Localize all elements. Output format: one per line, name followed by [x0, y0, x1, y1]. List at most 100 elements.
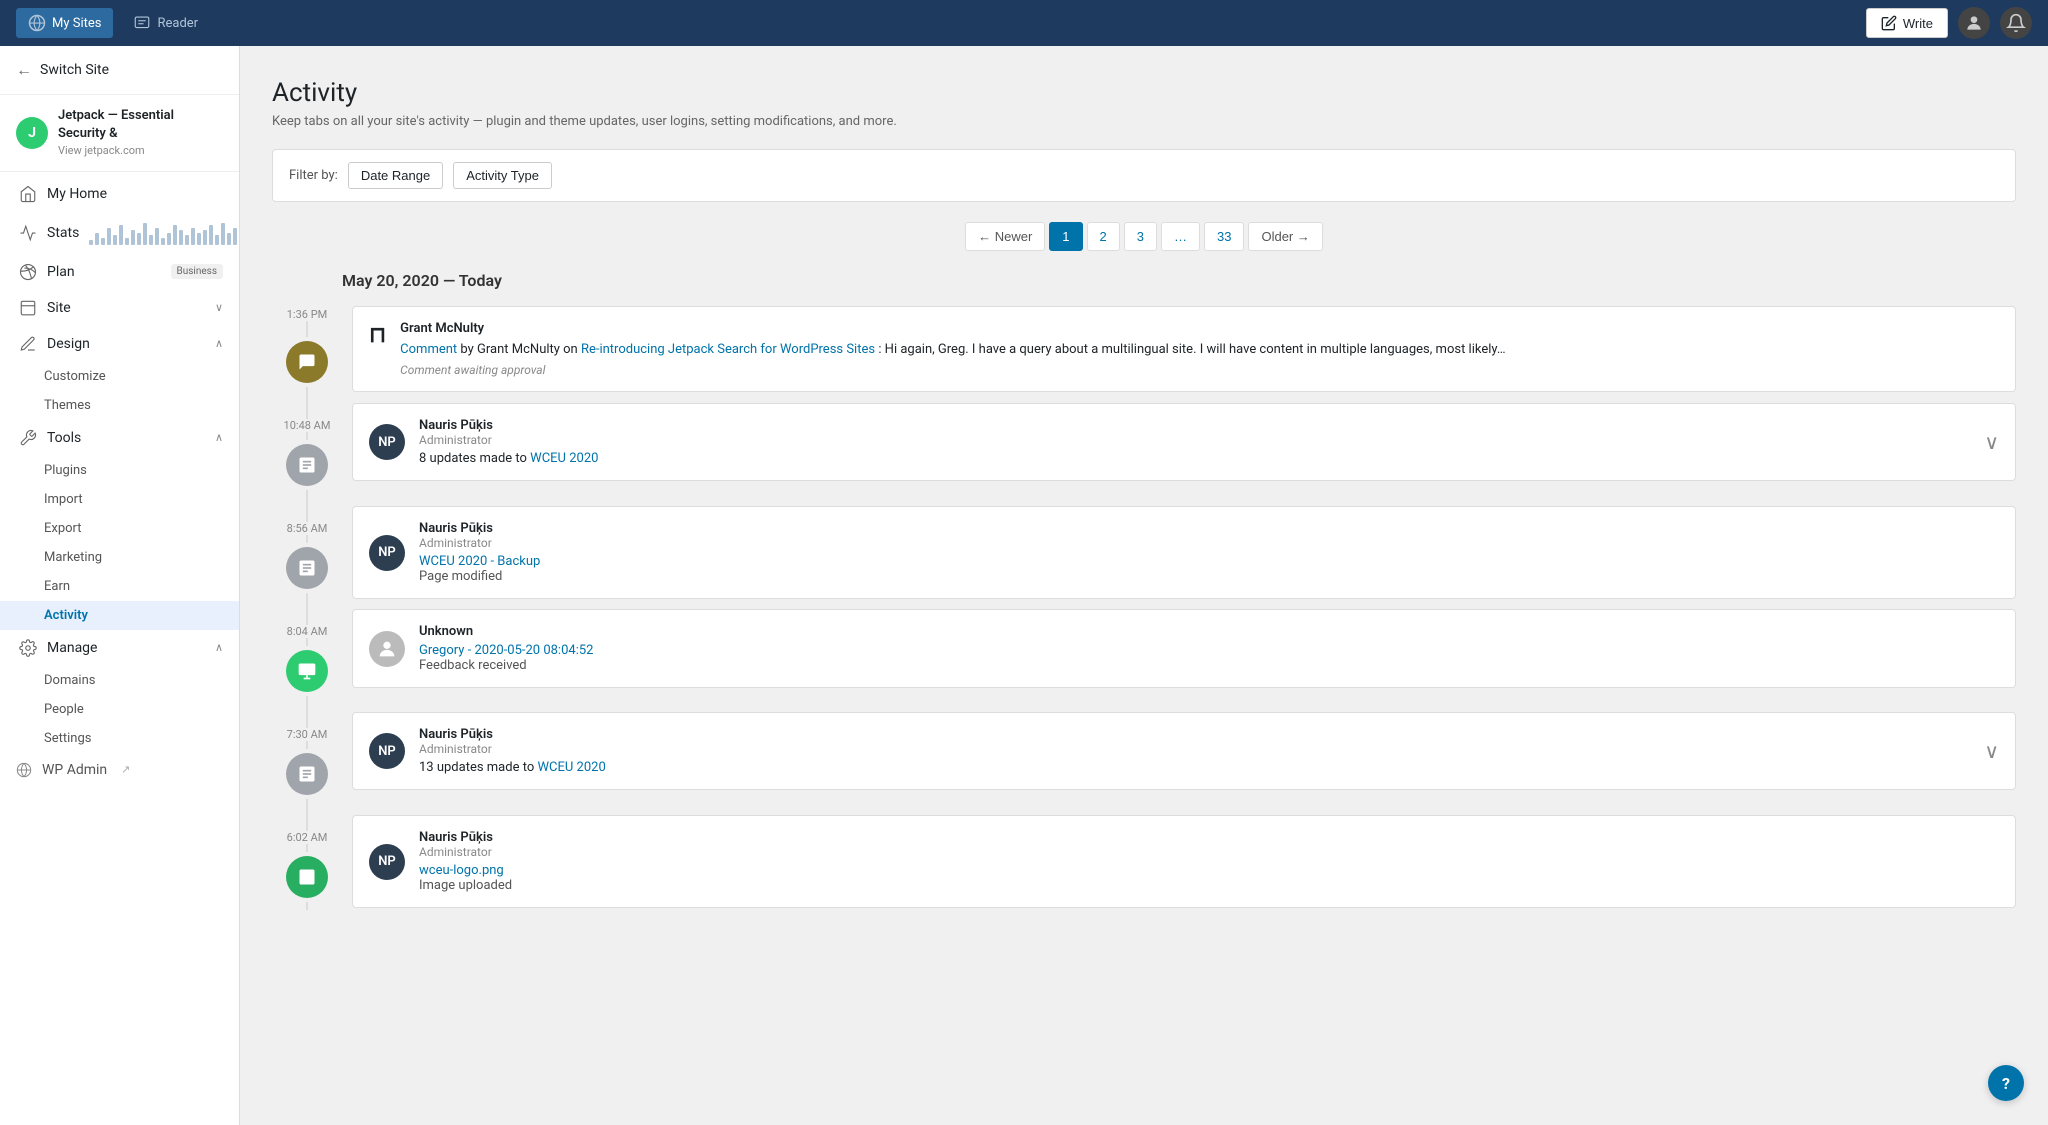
activity-entry-1: 1:36 PM ⊓ Grant McNulty Comment [272, 306, 2016, 403]
activity-card-5[interactable]: NP Nauris Pūķis Administrator 13 updates… [352, 712, 2016, 790]
back-arrow-icon: ← [16, 60, 32, 80]
site-info: J Jetpack — Essential Security & View je… [0, 95, 239, 172]
sidebar-subitem-import[interactable]: Import [0, 485, 239, 514]
activity-time-1: 1:36 PM [287, 306, 327, 321]
sidebar-item-label-tools: Tools [47, 430, 205, 446]
sidebar-item-wp-admin[interactable]: WP Admin ↗ [0, 753, 239, 787]
help-icon: ? [2002, 1074, 2010, 1093]
topbar-left: My Sites Reader [16, 8, 210, 38]
activity-user-5: Nauris Pūķis [419, 727, 1970, 742]
my-sites-tab[interactable]: My Sites [16, 8, 113, 38]
sidebar-subitem-activity[interactable]: Activity [0, 601, 239, 630]
activity-link-post[interactable]: Re-introducing Jetpack Search for WordPr… [581, 342, 875, 357]
page-33-button[interactable]: 33 [1204, 222, 1244, 251]
activity-user-2: Nauris Pūķis [419, 418, 1970, 433]
sidebar-subitem-customize[interactable]: Customize [0, 362, 239, 391]
activity-time-2: 10:48 AM [284, 419, 331, 432]
filter-bar: Filter by: Date Range Activity Type [272, 149, 2016, 202]
sidebar-item-label-manage: Manage [47, 640, 205, 656]
sidebar-subitem-themes[interactable]: Themes [0, 391, 239, 420]
activity-link-5[interactable]: WCEU 2020 [537, 760, 605, 775]
activity-content-5: Nauris Pūķis Administrator 13 updates ma… [419, 727, 1970, 775]
activity-card-1: ⊓ Grant McNulty Comment by Grant McNulty… [352, 306, 2016, 392]
filter-label: Filter by: [289, 168, 338, 183]
avatar-4 [369, 631, 405, 667]
site-logo: J [16, 117, 48, 149]
site-url[interactable]: View jetpack.com [58, 143, 223, 158]
switch-site-label: Switch Site [40, 62, 109, 78]
sidebar-item-tools[interactable]: Tools ∧ [0, 420, 239, 456]
activity-desc-5: 13 updates made to WCEU 2020 [419, 760, 1970, 775]
activity-role-3: Administrator [419, 536, 1999, 550]
help-button[interactable]: ? [1988, 1065, 2024, 1101]
sidebar-item-label-design: Design [47, 336, 205, 352]
sidebar-item-manage[interactable]: Manage ∧ [0, 630, 239, 666]
avatar-5: NP [369, 733, 405, 769]
activity-link-2[interactable]: WCEU 2020 [530, 451, 598, 466]
activity-link-6[interactable]: wceu-logo.png [419, 863, 504, 878]
sidebar-subitem-marketing[interactable]: Marketing [0, 543, 239, 572]
external-link-icon: ↗ [121, 763, 130, 776]
avatar-2: NP [369, 424, 405, 460]
activity-user-6: Nauris Pūķis [419, 830, 1999, 845]
activity-entry-4: 8:04 AM Unknown Gregory - 2020-05-20 08: [272, 609, 2016, 712]
my-sites-label: My Sites [52, 16, 101, 31]
activity-entry-5: 7:30 AM NP Nauris Pūķis Administrator 13… [272, 712, 2016, 815]
sidebar-item-plan[interactable]: Plan Business [0, 254, 239, 290]
expand-icon-2[interactable]: ∨ [1984, 430, 1999, 454]
page-2-button[interactable]: 2 [1087, 222, 1120, 251]
sidebar-subitem-settings[interactable]: Settings [0, 724, 239, 753]
activity-time-6: 6:02 AM [287, 831, 328, 844]
sidebar-item-my-home[interactable]: My Home [0, 176, 239, 212]
activity-card-2[interactable]: NP Nauris Pūķis Administrator 8 updates … [352, 403, 2016, 481]
sidebar-item-site[interactable]: Site ∨ [0, 290, 239, 326]
expand-icon-5[interactable]: ∨ [1984, 739, 1999, 763]
activity-link-4[interactable]: Gregory - 2020-05-20 08:04:52 [419, 643, 593, 658]
activity-time-3: 8:56 AM [287, 522, 328, 535]
activity-time-4: 8:04 AM [287, 625, 328, 638]
activity-role-6: Administrator [419, 845, 1999, 859]
user-avatar-icon[interactable] [1958, 7, 1990, 39]
activity-subdesc-3: Page modified [419, 569, 1999, 584]
activity-link-3[interactable]: WCEU 2020 - Backup [419, 554, 540, 569]
activity-icon-5 [286, 753, 328, 795]
newer-page-button[interactable]: ← Newer [965, 222, 1045, 251]
activity-content-1: Grant McNulty Comment by Grant McNulty o… [400, 321, 1999, 377]
sidebar-item-label-plan: Plan [47, 264, 161, 280]
sidebar-subitem-plugins[interactable]: Plugins [0, 456, 239, 485]
activity-link-comment[interactable]: Comment [400, 342, 457, 357]
older-page-button[interactable]: Older → [1248, 222, 1322, 251]
manage-chevron-icon: ∧ [215, 641, 223, 654]
reader-tab[interactable]: Reader [121, 8, 210, 38]
activity-entry-6: 6:02 AM NP Nauris Pūķis Administrator wc… [272, 815, 2016, 916]
activity-role-5: Administrator [419, 742, 1970, 756]
sidebar-item-label-stats: Stats [47, 225, 79, 241]
sidebar-subitem-people[interactable]: People [0, 695, 239, 724]
activity-icon-2 [286, 444, 328, 486]
activity-card-3: NP Nauris Pūķis Administrator WCEU 2020 … [352, 506, 2016, 599]
comment-avatars: ⊓ [369, 321, 386, 348]
sidebar-item-design[interactable]: Design ∧ [0, 326, 239, 362]
activity-user-4: Unknown [419, 624, 1999, 639]
activity-desc-3: WCEU 2020 - Backup [419, 554, 1999, 569]
activity-entry-3: 8:56 AM NP Nauris Pūķis Administrator WC… [272, 506, 2016, 609]
nav-section-main: My Home Stats Plan Business Site ∨ Desig… [0, 176, 239, 787]
sidebar-item-stats[interactable]: Stats [0, 212, 239, 254]
page-title: Activity [272, 78, 2016, 108]
activity-desc-6: wceu-logo.png [419, 863, 1999, 878]
sidebar-subitem-domains[interactable]: Domains [0, 666, 239, 695]
activity-icon-6 [286, 856, 328, 898]
sidebar-subitem-earn[interactable]: Earn [0, 572, 239, 601]
filter-date-button[interactable]: Date Range [348, 162, 443, 189]
page-ellipsis: … [1161, 222, 1200, 251]
page-1-button[interactable]: 1 [1049, 222, 1082, 251]
switch-site[interactable]: ← Switch Site [0, 46, 239, 95]
main-content: Activity Keep tabs on all your site's ac… [240, 46, 2048, 1125]
notifications-icon[interactable] [2000, 7, 2032, 39]
sidebar-item-label-site: Site [47, 300, 205, 316]
site-chevron-icon: ∨ [215, 301, 223, 314]
filter-type-button[interactable]: Activity Type [453, 162, 552, 189]
page-3-button[interactable]: 3 [1124, 222, 1157, 251]
write-button[interactable]: Write [1866, 8, 1948, 38]
sidebar-subitem-export[interactable]: Export [0, 514, 239, 543]
